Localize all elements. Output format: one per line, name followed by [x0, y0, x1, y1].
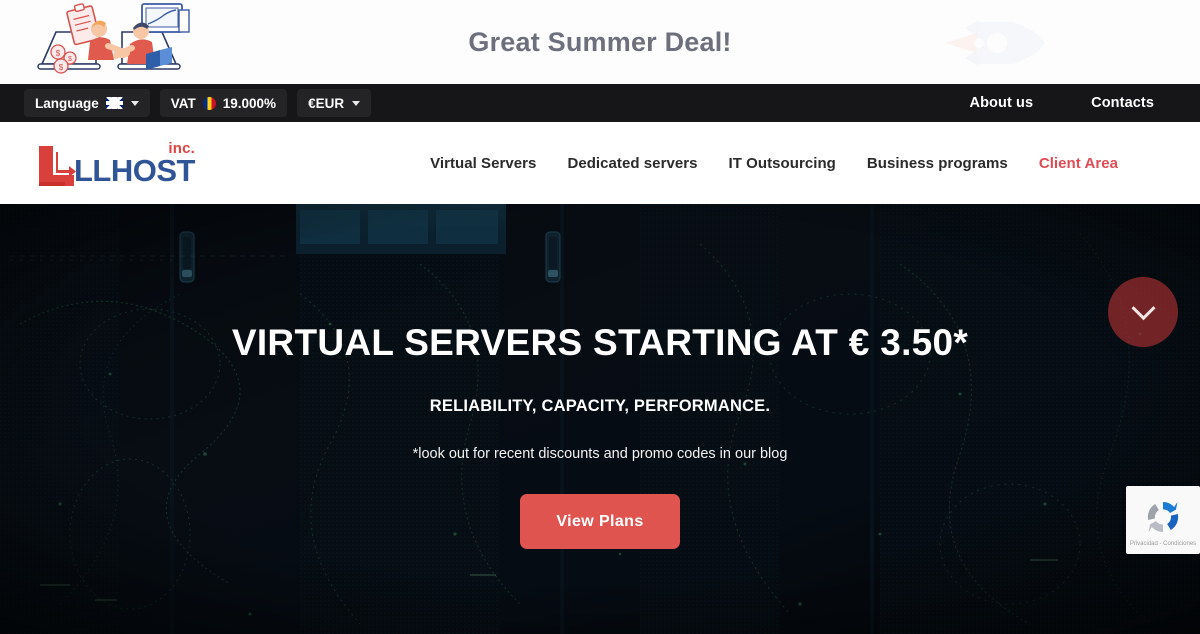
nav-link-client-area[interactable]: Client Area: [1039, 155, 1118, 172]
nav-link-dedicated-servers[interactable]: Dedicated servers: [567, 155, 697, 172]
hero-footnote: *look out for recent discounts and promo…: [412, 446, 788, 462]
rocket-icon: [945, 20, 1045, 66]
uk-flag-icon: [105, 97, 123, 109]
view-plans-button[interactable]: View Plans: [520, 494, 680, 549]
logo-suffix: inc.: [168, 140, 195, 157]
svg-text:$: $: [68, 56, 72, 63]
nav-link-virtual-servers[interactable]: Virtual Servers: [430, 155, 536, 172]
vat-indicator[interactable]: VAT 19.000%: [159, 89, 288, 117]
recaptcha-logo-icon: [1147, 501, 1179, 532]
hero-content: VIRTUAL SERVERS STARTING AT € 3.50* RELI…: [0, 204, 1200, 634]
svg-text:$: $: [59, 63, 64, 72]
topbar-left-group: Language VAT 19.000% €EUR: [24, 89, 372, 117]
language-selector[interactable]: Language: [24, 89, 150, 117]
svg-text:$: $: [56, 49, 61, 58]
llhost-l-mark-icon: [39, 146, 76, 186]
currency-label: €EUR: [308, 95, 345, 111]
hero-headline: VIRTUAL SERVERS STARTING AT € 3.50*: [231, 322, 969, 363]
handshake-deal-illustration: $ $ $: [37, 3, 190, 74]
chevron-down-icon: [1130, 295, 1156, 320]
recaptcha-legal-text[interactable]: Privacidad - Condiciones: [1130, 541, 1196, 548]
promo-banner: $ $ $ Great Summer Deal!: [0, 0, 1200, 84]
site-logo[interactable]: LLHOST inc.: [36, 138, 196, 188]
romania-flag-icon: [202, 96, 216, 110]
currency-selector[interactable]: €EUR: [297, 89, 372, 117]
topbar-link-about-us[interactable]: About us: [970, 95, 1034, 111]
recaptcha-badge[interactable]: Privacidad - Condiciones: [1126, 486, 1200, 554]
site-header: LLHOST inc. Virtual Servers Dedicated se…: [0, 122, 1200, 204]
chevron-down-icon: [130, 100, 139, 106]
nav-link-it-outsourcing[interactable]: IT Outsourcing: [729, 155, 836, 172]
chevron-down-icon: [352, 100, 361, 106]
nav-link-business-programs[interactable]: Business programs: [867, 155, 1008, 172]
topbar-link-contacts[interactable]: Contacts: [1091, 95, 1154, 111]
language-label: Language: [35, 95, 99, 111]
scroll-down-button[interactable]: [1108, 277, 1178, 347]
topbar-right-links: About us Contacts: [970, 95, 1176, 111]
logo-wordmark: LLHOST: [74, 153, 196, 188]
hero-subheadline: RELIABILITY, CAPACITY, PERFORMANCE.: [429, 397, 771, 415]
utility-topbar: Language VAT 19.000% €EUR About us Conta…: [0, 84, 1200, 122]
hero-section: VIRTUAL SERVERS STARTING AT € 3.50* RELI…: [0, 204, 1200, 634]
main-navigation: Virtual Servers Dedicated servers IT Out…: [430, 155, 1164, 172]
vat-value: 19.000%: [222, 95, 277, 111]
promo-title: Great Summer Deal!: [468, 26, 732, 57]
vat-label: VAT: [170, 95, 196, 111]
